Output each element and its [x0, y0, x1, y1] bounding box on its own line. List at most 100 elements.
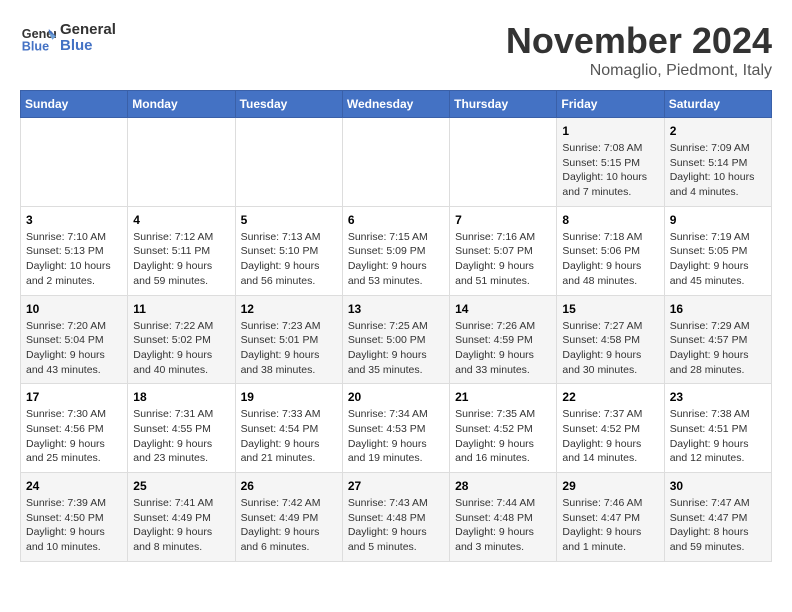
calendar-cell: 19Sunrise: 7:33 AM Sunset: 4:54 PM Dayli… — [235, 384, 342, 473]
calendar-cell: 1 Sunrise: 7:08 AM Sunset: 5:15 PM Daylig… — [557, 118, 664, 207]
day-number: 6 — [348, 213, 444, 227]
calendar-cell: 8Sunrise: 7:18 AM Sunset: 5:06 PM Daylig… — [557, 206, 664, 295]
calendar-table: SundayMondayTuesdayWednesdayThursdayFrid… — [20, 90, 772, 562]
day-number: 22 — [562, 390, 658, 404]
calendar-cell: 20 Sunrise: 7:34 AM Sunset: 4:53 PM Dayli… — [342, 384, 449, 473]
calendar-cell: 17Sunrise: 7:30 AM Sunset: 4:56 PM Dayli… — [21, 384, 128, 473]
day-info: Sunrise: 7:26 AM Sunset: 4:59 PM Dayligh… — [455, 319, 551, 378]
calendar-cell: 11Sunrise: 7:22 AM Sunset: 5:02 PM Dayli… — [128, 295, 235, 384]
day-info: Sunrise: 7:37 AM Sunset: 4:52 PM Dayligh… — [562, 407, 658, 466]
week-row-5: 24 Sunrise: 7:39 AM Sunset: 4:50 PM Dayli… — [21, 473, 772, 562]
calendar-cell: 29 Sunrise: 7:46 AM Sunset: 4:47 PM Dayli… — [557, 473, 664, 562]
day-info: Sunrise: 7:29 AM Sunset: 4:57 PM Dayligh… — [670, 319, 766, 378]
day-number: 12 — [241, 302, 337, 316]
day-number: 25 — [133, 479, 229, 493]
weekday-header-sunday: Sunday — [21, 91, 128, 118]
day-number: 3 — [26, 213, 122, 227]
day-number: 26 — [241, 479, 337, 493]
calendar-cell: 21 Sunrise: 7:35 AM Sunset: 4:52 PM Dayli… — [450, 384, 557, 473]
calendar-cell: 15 Sunrise: 7:27 AM Sunset: 4:58 PM Dayli… — [557, 295, 664, 384]
calendar-cell: 18 Sunrise: 7:31 AM Sunset: 4:55 PM Dayli… — [128, 384, 235, 473]
day-info: Sunrise: 7:34 AM Sunset: 4:53 PM Dayligh… — [348, 407, 444, 466]
day-info: Sunrise: 7:12 AM Sunset: 5:11 PM Dayligh… — [133, 230, 229, 289]
week-row-2: 3 Sunrise: 7:10 AM Sunset: 5:13 PM Daylig… — [21, 206, 772, 295]
day-number: 9 — [670, 213, 766, 227]
day-number: 16 — [670, 302, 766, 316]
week-row-3: 10 Sunrise: 7:20 AM Sunset: 5:04 PM Dayli… — [21, 295, 772, 384]
calendar-cell: 2 Sunrise: 7:09 AM Sunset: 5:14 PM Daylig… — [664, 118, 771, 207]
calendar-cell: 5Sunrise: 7:13 AM Sunset: 5:10 PM Daylig… — [235, 206, 342, 295]
day-info: Sunrise: 7:13 AM Sunset: 5:10 PM Dayligh… — [241, 230, 337, 289]
day-number: 29 — [562, 479, 658, 493]
day-info: Sunrise: 7:33 AM Sunset: 4:54 PM Dayligh… — [241, 407, 337, 466]
calendar-cell: 12Sunrise: 7:23 AM Sunset: 5:01 PM Dayli… — [235, 295, 342, 384]
logo-blue: Blue — [60, 38, 116, 55]
day-info: Sunrise: 7:41 AM Sunset: 4:49 PM Dayligh… — [133, 496, 229, 555]
calendar-cell: 22 Sunrise: 7:37 AM Sunset: 4:52 PM Dayli… — [557, 384, 664, 473]
weekday-header-thursday: Thursday — [450, 91, 557, 118]
day-number: 30 — [670, 479, 766, 493]
day-number: 14 — [455, 302, 551, 316]
day-info: Sunrise: 7:42 AM Sunset: 4:49 PM Dayligh… — [241, 496, 337, 555]
logo-icon: General Blue — [20, 20, 56, 56]
calendar-cell: 13 Sunrise: 7:25 AM Sunset: 5:00 PM Dayli… — [342, 295, 449, 384]
calendar-cell — [128, 118, 235, 207]
day-number: 11 — [133, 302, 229, 316]
calendar-cell: 27 Sunrise: 7:43 AM Sunset: 4:48 PM Dayli… — [342, 473, 449, 562]
day-info: Sunrise: 7:20 AM Sunset: 5:04 PM Dayligh… — [26, 319, 122, 378]
day-info: Sunrise: 7:46 AM Sunset: 4:47 PM Dayligh… — [562, 496, 658, 555]
weekday-header-saturday: Saturday — [664, 91, 771, 118]
day-number: 21 — [455, 390, 551, 404]
day-number: 1 — [562, 124, 658, 138]
day-number: 20 — [348, 390, 444, 404]
day-info: Sunrise: 7:44 AM Sunset: 4:48 PM Dayligh… — [455, 496, 551, 555]
day-info: Sunrise: 7:31 AM Sunset: 4:55 PM Dayligh… — [133, 407, 229, 466]
svg-text:Blue: Blue — [22, 40, 49, 54]
calendar-cell — [235, 118, 342, 207]
day-number: 24 — [26, 479, 122, 493]
weekday-header-friday: Friday — [557, 91, 664, 118]
calendar-cell: 14 Sunrise: 7:26 AM Sunset: 4:59 PM Dayli… — [450, 295, 557, 384]
week-row-4: 17Sunrise: 7:30 AM Sunset: 4:56 PM Dayli… — [21, 384, 772, 473]
location: Nomaglio, Piedmont, Italy — [506, 62, 772, 80]
title-section: November 2024 Nomaglio, Piedmont, Italy — [506, 20, 772, 80]
calendar-cell: 7Sunrise: 7:16 AM Sunset: 5:07 PM Daylig… — [450, 206, 557, 295]
day-info: Sunrise: 7:18 AM Sunset: 5:06 PM Dayligh… — [562, 230, 658, 289]
day-info: Sunrise: 7:09 AM Sunset: 5:14 PM Dayligh… — [670, 141, 766, 200]
calendar-cell: 23Sunrise: 7:38 AM Sunset: 4:51 PM Dayli… — [664, 384, 771, 473]
day-info: Sunrise: 7:08 AM Sunset: 5:15 PM Dayligh… — [562, 141, 658, 200]
day-number: 4 — [133, 213, 229, 227]
day-number: 27 — [348, 479, 444, 493]
calendar-cell — [342, 118, 449, 207]
calendar-cell: 9 Sunrise: 7:19 AM Sunset: 5:05 PM Daylig… — [664, 206, 771, 295]
day-number: 2 — [670, 124, 766, 138]
day-info: Sunrise: 7:25 AM Sunset: 5:00 PM Dayligh… — [348, 319, 444, 378]
day-info: Sunrise: 7:27 AM Sunset: 4:58 PM Dayligh… — [562, 319, 658, 378]
day-info: Sunrise: 7:15 AM Sunset: 5:09 PM Dayligh… — [348, 230, 444, 289]
calendar-cell: 24 Sunrise: 7:39 AM Sunset: 4:50 PM Dayli… — [21, 473, 128, 562]
calendar-cell: 26 Sunrise: 7:42 AM Sunset: 4:49 PM Dayli… — [235, 473, 342, 562]
day-number: 18 — [133, 390, 229, 404]
weekday-header-wednesday: Wednesday — [342, 91, 449, 118]
calendar-cell: 16 Sunrise: 7:29 AM Sunset: 4:57 PM Dayli… — [664, 295, 771, 384]
day-info: Sunrise: 7:39 AM Sunset: 4:50 PM Dayligh… — [26, 496, 122, 555]
calendar-cell: 6 Sunrise: 7:15 AM Sunset: 5:09 PM Daylig… — [342, 206, 449, 295]
day-number: 10 — [26, 302, 122, 316]
logo: General Blue General Blue — [20, 20, 116, 56]
day-info: Sunrise: 7:35 AM Sunset: 4:52 PM Dayligh… — [455, 407, 551, 466]
calendar-cell: 10 Sunrise: 7:20 AM Sunset: 5:04 PM Dayli… — [21, 295, 128, 384]
calendar-cell — [450, 118, 557, 207]
calendar-cell: 4 Sunrise: 7:12 AM Sunset: 5:11 PM Daylig… — [128, 206, 235, 295]
day-info: Sunrise: 7:47 AM Sunset: 4:47 PM Dayligh… — [670, 496, 766, 555]
day-info: Sunrise: 7:30 AM Sunset: 4:56 PM Dayligh… — [26, 407, 122, 466]
day-info: Sunrise: 7:19 AM Sunset: 5:05 PM Dayligh… — [670, 230, 766, 289]
day-info: Sunrise: 7:38 AM Sunset: 4:51 PM Dayligh… — [670, 407, 766, 466]
calendar-cell: 3 Sunrise: 7:10 AM Sunset: 5:13 PM Daylig… — [21, 206, 128, 295]
day-info: Sunrise: 7:43 AM Sunset: 4:48 PM Dayligh… — [348, 496, 444, 555]
day-number: 28 — [455, 479, 551, 493]
day-number: 13 — [348, 302, 444, 316]
day-number: 15 — [562, 302, 658, 316]
day-info: Sunrise: 7:10 AM Sunset: 5:13 PM Dayligh… — [26, 230, 122, 289]
week-row-1: 1 Sunrise: 7:08 AM Sunset: 5:15 PM Daylig… — [21, 118, 772, 207]
calendar-cell: 30 Sunrise: 7:47 AM Sunset: 4:47 PM Dayli… — [664, 473, 771, 562]
